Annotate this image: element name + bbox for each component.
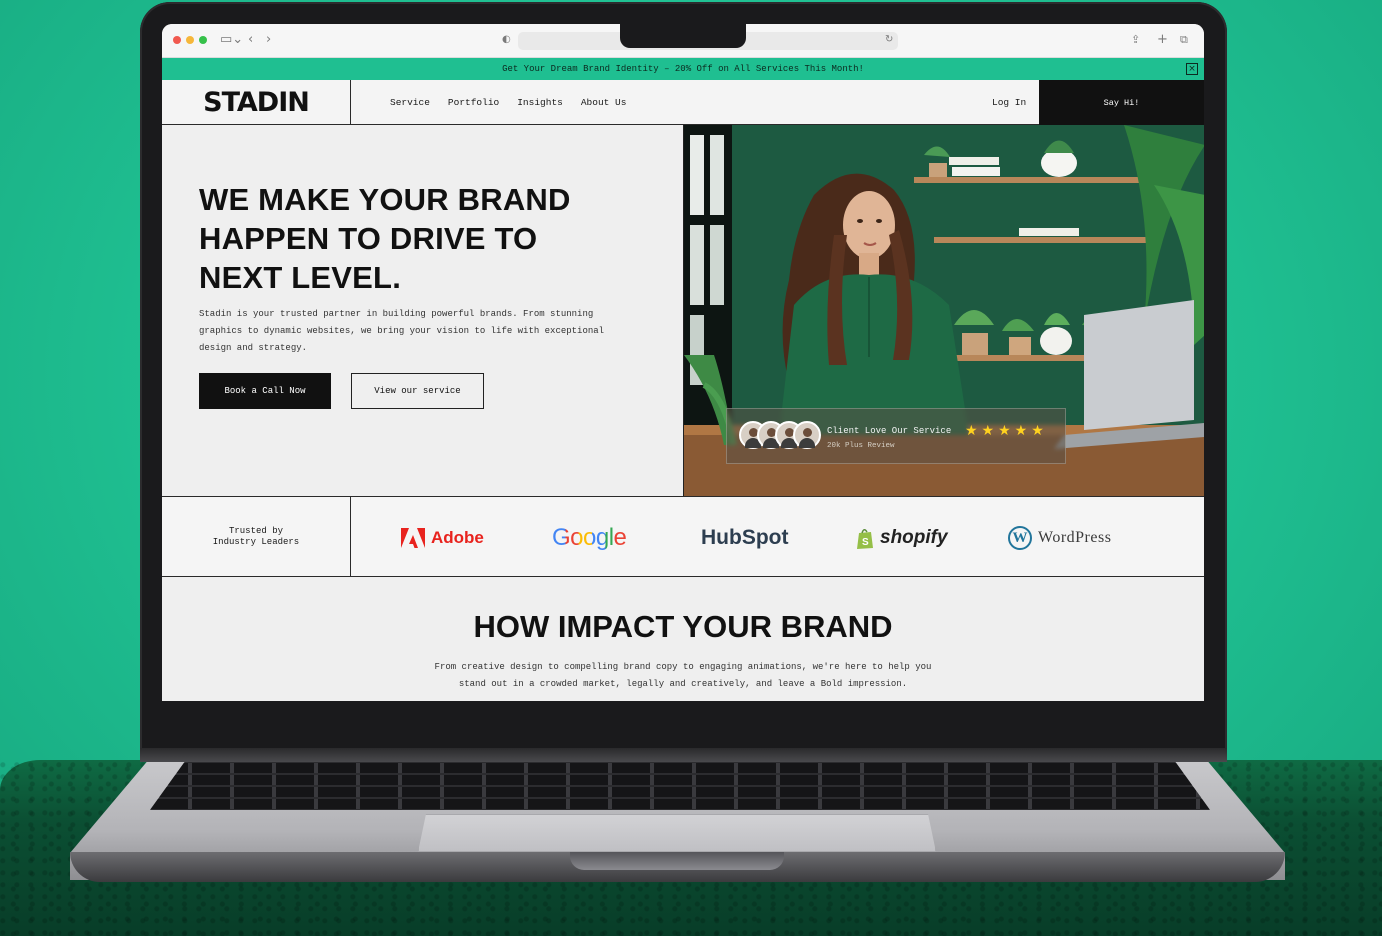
shopify-logo: S shopify [856, 523, 948, 553]
laptop-base-notch [570, 852, 784, 870]
review-card: Client Love Our Service 20k Plus Review … [726, 408, 1066, 464]
logo-cell: STADIN [162, 80, 351, 125]
nav-insights[interactable]: Insights [517, 97, 563, 108]
keyboard [150, 760, 1210, 810]
hero-description: Stadin is your trusted partner in buildi… [199, 309, 605, 353]
wordpress-logo: W WordPress [1008, 523, 1111, 553]
trusted-label: Trusted by Industry Leaders [212, 525, 300, 547]
review-title: Client Love Our Service [827, 426, 952, 436]
avatar [793, 421, 821, 449]
hero-title: WE MAKE YOUR BRAND HAPPEN TO DRIVE TO NE… [199, 182, 571, 295]
camera-notch [620, 24, 746, 48]
adobe-wordmark: Adobe [431, 528, 484, 547]
laptop-screen: ▭⌄ ‹ › ◐ ↻ ⇪ + ⧉ Get Your Dream Brand Id… [162, 24, 1204, 701]
nav-about-us[interactable]: About Us [581, 97, 627, 108]
close-icon[interactable]: × [1186, 63, 1198, 75]
new-tab-icon[interactable]: + [1157, 31, 1168, 49]
shopify-bag-icon: S [857, 529, 873, 549]
maximize-window-icon[interactable] [199, 36, 207, 44]
view-service-button[interactable]: View our service [351, 373, 484, 409]
back-icon[interactable]: ‹ [248, 31, 253, 49]
google-wordmark: Google [552, 524, 627, 551]
wordpress-icon: W [1008, 526, 1032, 550]
close-window-icon[interactable] [173, 36, 181, 44]
adobe-logo: Adobe [401, 523, 484, 553]
trackpad [418, 814, 936, 852]
impact-description: From creative design to compelling brand… [434, 662, 932, 689]
client-avatars [739, 421, 823, 451]
book-call-button[interactable]: Book a Call Now [199, 373, 331, 409]
sidebar-icon[interactable]: ▭⌄ [220, 31, 243, 49]
main-nav: Service Portfolio Insights About Us [390, 80, 626, 125]
svg-text:S: S [862, 537, 869, 548]
nav-portfolio[interactable]: Portfolio [448, 97, 499, 108]
star-rating: ★★★★★ [965, 423, 1048, 439]
promo-text: Get Your Dream Brand Identity – 20% Off … [502, 64, 864, 74]
nav-service[interactable]: Service [390, 97, 430, 108]
site-header: STADIN Service Portfolio Insights About … [162, 80, 1204, 125]
trusted-by-strip: Trusted by Industry Leaders Adobe Google… [162, 496, 1204, 577]
shopify-wordmark: shopify [880, 527, 948, 548]
say-hi-button[interactable]: Say Hi! [1039, 80, 1204, 125]
trusted-label-cell: Trusted by Industry Leaders [162, 497, 351, 576]
hubspot-wordmark: HubSpot [701, 526, 789, 549]
review-count: 20k Plus Review [827, 442, 895, 450]
laptop-hinge [140, 748, 1227, 762]
impact-title: HOW IMPACT YOUR BRAND [473, 609, 893, 644]
hero-section: WE MAKE YOUR BRAND HAPPEN TO DRIVE TO NE… [162, 125, 683, 496]
reload-icon[interactable]: ↻ [885, 31, 893, 49]
google-logo: Google [552, 523, 627, 553]
tab-overview-icon[interactable]: ⧉ [1180, 31, 1188, 49]
shield-icon: ◐ [502, 34, 511, 45]
promo-banner: Get Your Dream Brand Identity – 20% Off … [162, 58, 1204, 80]
logo[interactable]: STADIN [203, 87, 310, 118]
impact-section: HOW IMPACT YOUR BRAND From creative desi… [162, 577, 1204, 701]
adobe-icon [401, 528, 425, 548]
hero-image: Client Love Our Service 20k Plus Review … [683, 125, 1204, 496]
minimize-window-icon[interactable] [186, 36, 194, 44]
wordpress-wordmark: WordPress [1038, 529, 1112, 546]
share-icon[interactable]: ⇪ [1131, 31, 1140, 49]
forward-icon[interactable]: › [266, 31, 271, 49]
login-link[interactable]: Log In [992, 80, 1026, 125]
hubspot-logo: HubSpot [701, 523, 788, 553]
